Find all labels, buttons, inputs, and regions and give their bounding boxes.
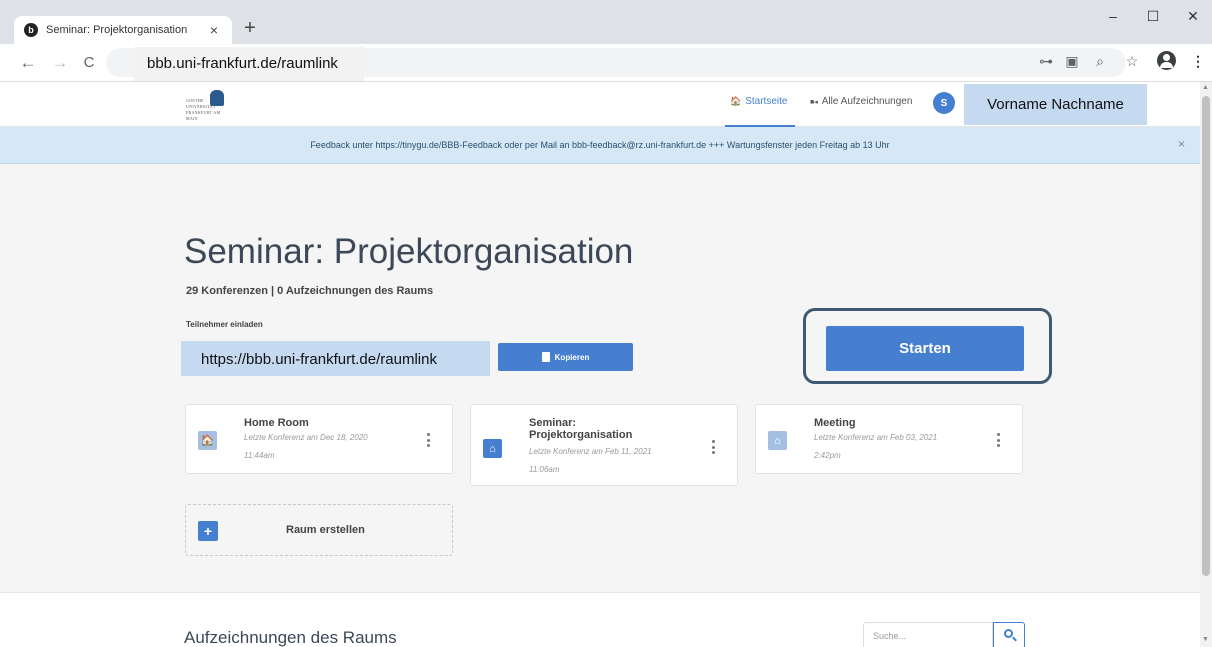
room-last-conference: Letzte Konferenz am Feb 11, 2021 11:06am (529, 447, 652, 474)
browser-tab[interactable]: b Seminar: Projektorganisation × (14, 16, 232, 44)
room-menu-icon[interactable] (426, 433, 430, 447)
bookmark-star-icon[interactable]: ☆ (1122, 53, 1142, 70)
page-scrollbar[interactable]: ▲ ▼ (1200, 82, 1212, 647)
bbb-favicon-icon: b (24, 23, 38, 37)
goethe-university-logo[interactable]: GOETHE UNIVERSITÄT FRANKFURT AM MAIN (186, 90, 230, 121)
maximize-button[interactable]: ☐ (1138, 8, 1168, 25)
logo-text: GOETHE UNIVERSITÄT FRANKFURT AM MAIN (186, 98, 221, 121)
video-camera-icon: ■◂ (810, 98, 818, 106)
room-last-conference: Letzte Konferenz am Dec 18, 2020 11:44am (244, 433, 368, 460)
room-name: Seminar: Projektorganisation (529, 417, 633, 441)
tab-title: Seminar: Projektorganisation (46, 24, 188, 36)
room-name: Meeting (814, 417, 856, 429)
home-icon: 🏠 (198, 431, 217, 450)
room-menu-icon[interactable] (996, 433, 1000, 447)
reload-button[interactable]: C (79, 54, 99, 71)
translate-icon[interactable]: ▣ (1062, 53, 1082, 70)
forward-button[interactable]: → (50, 53, 70, 73)
key-icon[interactable]: ⊶ (1036, 53, 1056, 70)
nav-link-alle-aufzeichnungen[interactable]: ■◂ Alle Aufzeichnungen (810, 96, 912, 107)
browser-menu-icon[interactable]: ⋮ (1188, 53, 1208, 70)
minimize-button[interactable]: – (1098, 8, 1128, 24)
zoom-icon[interactable]: ⌕ (1090, 53, 1110, 70)
search-icon (1004, 629, 1013, 638)
plus-icon: + (198, 521, 218, 541)
nav-link-label: Startseite (745, 96, 788, 107)
close-window-button[interactable]: ✕ (1178, 8, 1208, 25)
nav-link-label: Alle Aufzeichnungen (821, 96, 913, 107)
app-navbar: GOETHE UNIVERSITÄT FRANKFURT AM MAIN 🏠 S… (0, 82, 1200, 127)
copy-icon (541, 352, 550, 362)
search-button[interactable] (993, 622, 1025, 647)
new-tab-button[interactable]: + (238, 17, 262, 40)
invite-label: Teilnehmer einladen (186, 320, 263, 329)
room-title: Seminar: Projektorganisation (184, 232, 634, 271)
room-card-home-room[interactable]: 🏠 Home Room Letzte Konferenz am Dec 18, … (185, 404, 453, 474)
scrollbar-thumb[interactable] (1202, 96, 1210, 576)
create-room-label: Raum erstellen (286, 524, 365, 536)
scroll-up-icon[interactable]: ▲ (1202, 84, 1209, 91)
nav-link-startseite[interactable]: 🏠 Startseite (730, 96, 787, 107)
presentation-icon: ⌂ (483, 439, 502, 458)
profile-icon[interactable] (1157, 51, 1176, 70)
recordings-search-input[interactable]: Suche... (863, 622, 993, 647)
recordings-section: Aufzeichnungen des Raums Suche... (0, 592, 1200, 647)
tab-close-icon[interactable]: × (206, 22, 222, 38)
room-menu-icon[interactable] (711, 440, 715, 454)
start-button[interactable]: Starten (826, 326, 1024, 371)
room-name: Home Room (244, 417, 309, 429)
feedback-banner: Feedback unter https://tinygu.de/BBB-Fee… (0, 127, 1200, 164)
room-stats: 29 Konferenzen | 0 Aufzeichnungen des Ra… (186, 285, 434, 297)
banner-close-icon[interactable]: × (1178, 137, 1185, 151)
copy-button[interactable]: Kopieren (498, 343, 633, 371)
browser-tab-strip: b Seminar: Projektorganisation × + – ☐ ✕ (0, 0, 1212, 44)
recordings-title: Aufzeichnungen des Raums (184, 628, 397, 647)
room-card-seminar[interactable]: ⌂ Seminar: Projektorganisation Letzte Kon… (470, 404, 738, 486)
create-room-card[interactable]: + Raum erstellen (185, 504, 453, 556)
back-button[interactable]: ← (18, 53, 38, 73)
copy-button-label: Kopieren (554, 352, 590, 362)
address-bar-url[interactable]: bbb.uni-frankfurt.de/raumlink (134, 47, 364, 81)
banner-text: Feedback unter https://tinygu.de/BBB-Fee… (310, 140, 890, 150)
page-content: GOETHE UNIVERSITÄT FRANKFURT AM MAIN 🏠 S… (0, 82, 1200, 647)
scroll-down-icon[interactable]: ▼ (1202, 636, 1209, 643)
presentation-icon: ⌂ (768, 431, 787, 450)
room-last-conference: Letzte Konferenz am Feb 03, 2021 2:42pm (814, 433, 938, 460)
user-name[interactable]: Vorname Nachname (964, 84, 1147, 125)
user-avatar[interactable]: S (933, 92, 955, 114)
room-card-meeting[interactable]: ⌂ Meeting Letzte Konferenz am Feb 03, 20… (755, 404, 1023, 474)
invite-link-field[interactable]: https://bbb.uni-frankfurt.de/raumlink (181, 341, 490, 376)
home-icon: 🏠 (730, 96, 742, 106)
